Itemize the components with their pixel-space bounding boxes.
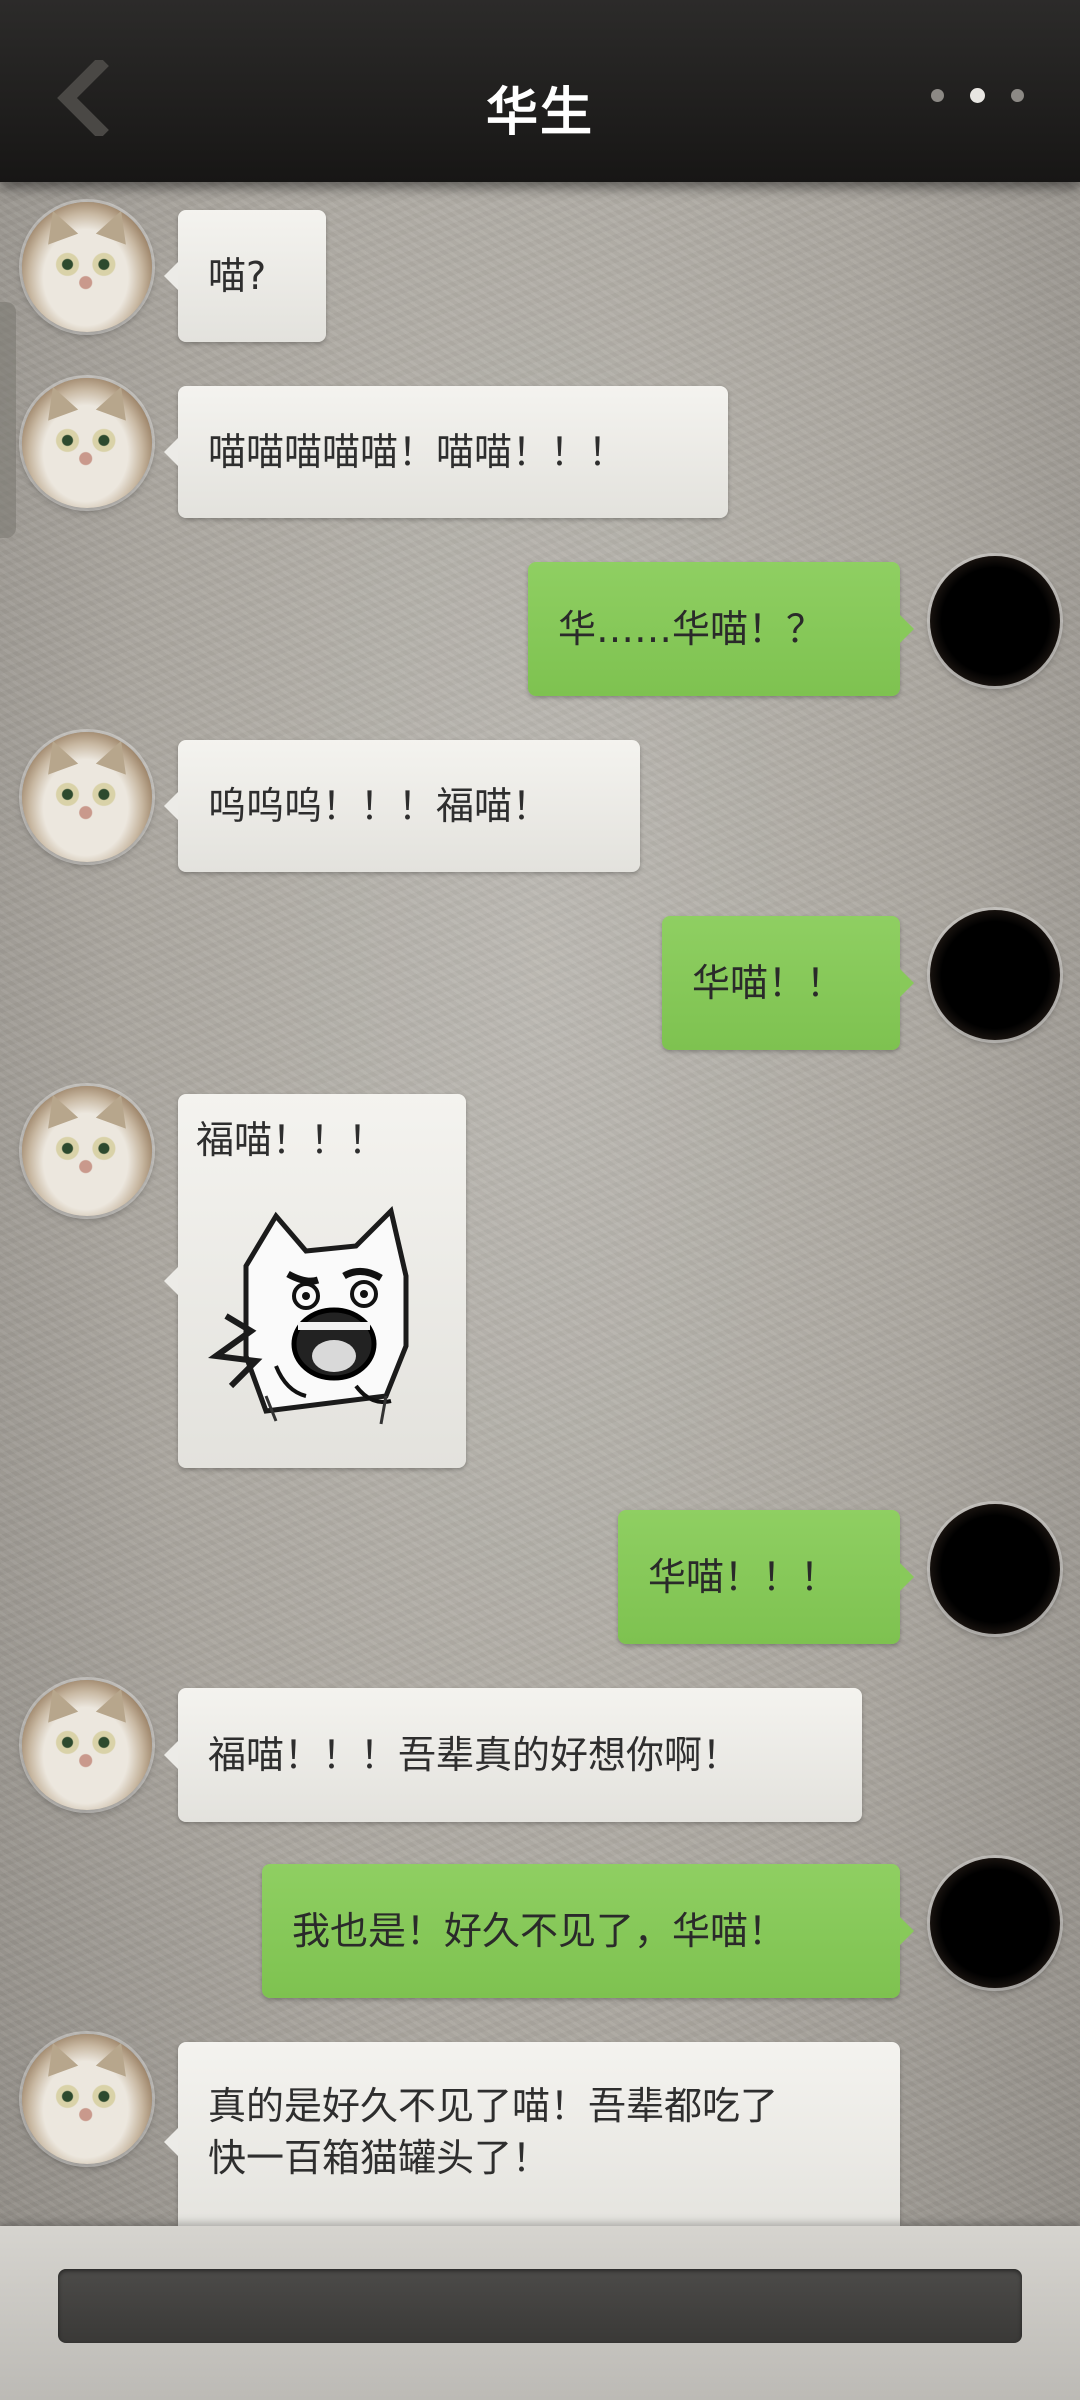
message-bubble-incoming[interactable]: 喵?: [164, 210, 326, 342]
message-bubble-outgoing[interactable]: 华喵！！: [662, 916, 914, 1050]
message-bubble-incoming[interactable]: 真的是好久不见了喵！吾辈都吃了 快一百箱猫罐头了！: [164, 2042, 900, 2242]
contact-avatar[interactable]: [22, 378, 152, 508]
my-avatar[interactable]: [930, 1858, 1060, 1988]
my-avatar[interactable]: [930, 556, 1060, 686]
chat-title: 华生: [485, 82, 594, 143]
message-text: 福喵！！！: [196, 1118, 387, 1162]
message-bubble-sticker[interactable]: 福喵！！！: [164, 1094, 466, 1468]
message-text-line: 快一百箱猫罐头了！: [208, 2136, 551, 2180]
message-bubble-outgoing[interactable]: 华……华喵！？: [528, 562, 914, 696]
message-bubble-outgoing[interactable]: 华喵！！！: [618, 1510, 914, 1644]
message-text: 华喵！！: [692, 961, 845, 1005]
input-bar: [0, 2226, 1080, 2400]
screaming-cat-sticker-icon: [208, 1206, 409, 1425]
contact-avatar[interactable]: [22, 732, 152, 862]
contact-avatar[interactable]: [22, 1086, 152, 1216]
side-drawer-handle[interactable]: [0, 302, 16, 538]
more-dot-right: [1011, 89, 1024, 102]
message-text: 我也是！好久不见了，华喵！: [292, 1909, 787, 1953]
message-text: 喵?: [208, 254, 267, 298]
message-bubble-outgoing[interactable]: 我也是！好久不见了，华喵！: [262, 1864, 914, 1998]
message-bubble-incoming[interactable]: 喵喵喵喵喵！喵喵！！！: [164, 386, 728, 518]
message-text: 华喵！！！: [648, 1555, 839, 1599]
message-text: 福喵！！！吾辈真的好想你啊！: [208, 1733, 741, 1777]
more-dot-middle: [970, 88, 985, 103]
message-text: 呜呜呜！！！福喵！: [208, 784, 551, 828]
chat-header: 华生: [0, 0, 1080, 182]
paper-background: [0, 0, 1080, 2400]
message-bubble-incoming[interactable]: 福喵！！！吾辈真的好想你啊！: [164, 1688, 862, 1822]
more-button[interactable]: [931, 88, 1024, 103]
my-avatar[interactable]: [930, 1504, 1060, 1634]
message-input[interactable]: [58, 2269, 1022, 2343]
contact-avatar[interactable]: [22, 202, 152, 332]
contact-avatar[interactable]: [22, 2034, 152, 2164]
more-dots-icon: [931, 89, 944, 102]
message-text-line: 真的是好久不见了喵！吾辈都吃了: [208, 2084, 779, 2128]
message-text: 喵喵喵喵喵！喵喵！！！: [208, 430, 627, 474]
message-text: 华……华喵！？: [558, 607, 825, 651]
contact-avatar[interactable]: [22, 1680, 152, 1810]
my-avatar[interactable]: [930, 910, 1060, 1040]
message-bubble-incoming[interactable]: 呜呜呜！！！福喵！: [164, 740, 640, 872]
